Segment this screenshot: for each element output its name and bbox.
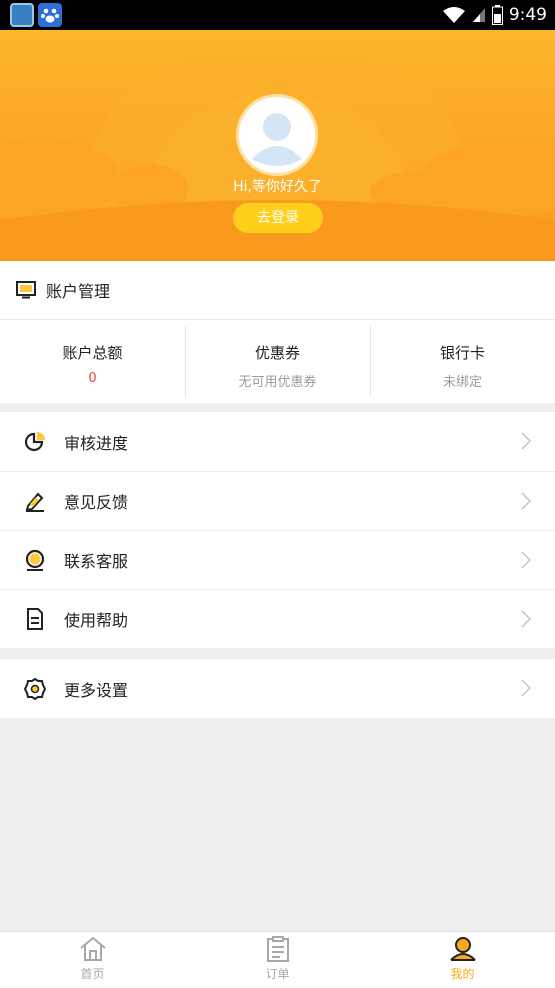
notification-app-icon: [10, 3, 34, 27]
account-coupons[interactable]: 优惠券 无可用优惠券: [185, 320, 370, 403]
bottom-tab-bar: 首页 订单 我的: [0, 931, 555, 988]
tab-label: 我的: [450, 967, 475, 981]
login-button[interactable]: 去登录: [233, 203, 323, 233]
chevron-right-icon: [521, 492, 531, 510]
account-bank-card[interactable]: 银行卡 未绑定: [370, 320, 555, 403]
menu-item-review-progress[interactable]: 审核进度: [0, 412, 555, 471]
avatar[interactable]: [236, 94, 318, 176]
tab-home[interactable]: 首页: [0, 932, 185, 988]
balance-label: 账户总额: [62, 344, 123, 362]
chevron-right-icon: [521, 551, 531, 569]
menu-item-feedback[interactable]: 意见反馈: [0, 471, 555, 530]
menu-item-more-settings[interactable]: 更多设置: [0, 659, 555, 718]
settings-gear-icon: [24, 677, 46, 700]
tab-mine[interactable]: 我的: [370, 932, 555, 988]
coupon-label: 优惠券: [254, 344, 300, 362]
pie-chart-icon: [24, 431, 45, 451]
menu-label: 联系客服: [64, 552, 129, 571]
signal-icon: [472, 8, 485, 22]
menu-item-customer-service[interactable]: 联系客服: [0, 530, 555, 589]
menu-item-help[interactable]: 使用帮助: [0, 589, 555, 648]
menu-label: 意见反馈: [64, 493, 129, 512]
bank-card-label: 银行卡: [439, 344, 485, 362]
settings-group: 更多设置: [0, 659, 555, 718]
tab-label: 首页: [80, 967, 105, 981]
account-balance[interactable]: 账户总额 0: [0, 320, 185, 403]
menu-list: 审核进度 意见反馈 联系客服 使用帮助: [0, 412, 555, 648]
customer-service-icon: [25, 549, 45, 571]
chevron-right-icon: [521, 610, 531, 628]
greeting-text: Hi,等你好久了: [233, 179, 322, 195]
default-user-icon: [239, 97, 315, 173]
document-icon: [27, 608, 43, 630]
account-card: 账户管理 账户总额 0 优惠券 无可用优惠券 银行卡 未绑定: [0, 261, 555, 403]
bank-card-value: 未绑定: [442, 375, 482, 390]
chevron-right-icon: [521, 679, 531, 697]
pencil-icon: [25, 492, 44, 512]
tab-orders[interactable]: 订单: [185, 932, 370, 988]
battery-icon: [491, 5, 503, 25]
status-bar: 9:49: [0, 0, 555, 30]
coupon-value: 无可用优惠券: [238, 375, 317, 390]
user-icon: [449, 937, 476, 961]
menu-label: 审核进度: [64, 433, 129, 453]
menu-label: 使用帮助: [64, 611, 129, 630]
chevron-right-icon: [521, 432, 531, 450]
baidu-app-icon: [38, 3, 62, 27]
profile-header: Hi,等你好久了 去登录: [0, 30, 555, 261]
wifi-icon: [442, 7, 465, 23]
clipboard-icon: [266, 936, 289, 962]
account-header[interactable]: 账户管理: [0, 261, 555, 320]
home-icon: [79, 936, 106, 961]
menu-label: 更多设置: [64, 680, 129, 700]
account-title: 账户管理: [46, 282, 111, 301]
tab-label: 订单: [265, 967, 290, 981]
balance-value: 0: [88, 371, 97, 386]
clock: 9:49: [508, 5, 547, 25]
monitor-icon: [16, 281, 36, 299]
